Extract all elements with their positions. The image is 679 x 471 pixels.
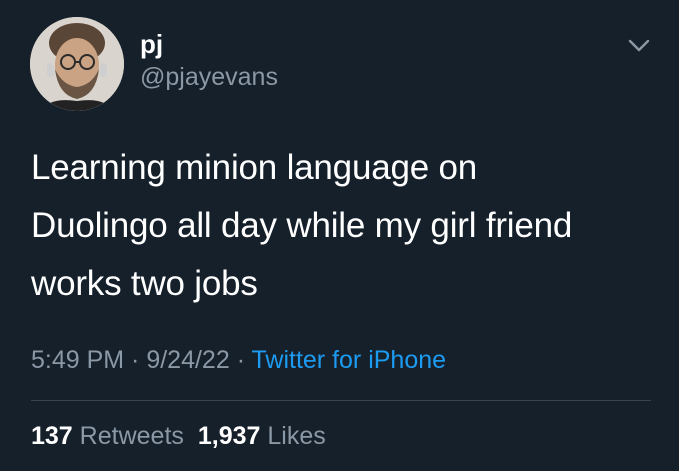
likes-label: Likes (267, 422, 326, 450)
tweet-card: pj @pjayevans Learning minion language o… (0, 0, 679, 471)
divider (31, 400, 651, 401)
chevron-down-icon[interactable] (626, 35, 652, 55)
meta-separator: · (229, 346, 252, 374)
tweet-source-link[interactable]: Twitter for iPhone (252, 346, 447, 374)
avatar-image (30, 17, 124, 111)
tweet-date[interactable]: 9/24/22 (146, 346, 229, 374)
avatar[interactable] (30, 17, 124, 111)
likes-stat[interactable]: 1,937 Likes (198, 422, 326, 450)
tweet-text: Learning minion language on Duolingo all… (31, 139, 651, 313)
retweets-count: 137 (31, 422, 73, 450)
tweet-text-line: works two jobs (31, 264, 258, 303)
tweet-stats: 137 Retweets 1,937 Likes (31, 420, 326, 452)
display-name[interactable]: pj (140, 29, 163, 59)
tweet-text-line: Learning minion language on (31, 148, 478, 187)
meta-separator: · (124, 346, 147, 374)
tweet-meta: 5:49 PM · 9/24/22 · Twitter for iPhone (31, 344, 446, 376)
tweet-text-line: Duolingo all day while my girl friend (31, 206, 573, 245)
retweets-label: Retweets (79, 422, 184, 450)
likes-count: 1,937 (197, 422, 261, 450)
tweet-time[interactable]: 5:49 PM (31, 346, 124, 374)
retweets-stat[interactable]: 137 Retweets (31, 422, 184, 450)
user-handle[interactable]: @pjayevans (140, 62, 278, 92)
